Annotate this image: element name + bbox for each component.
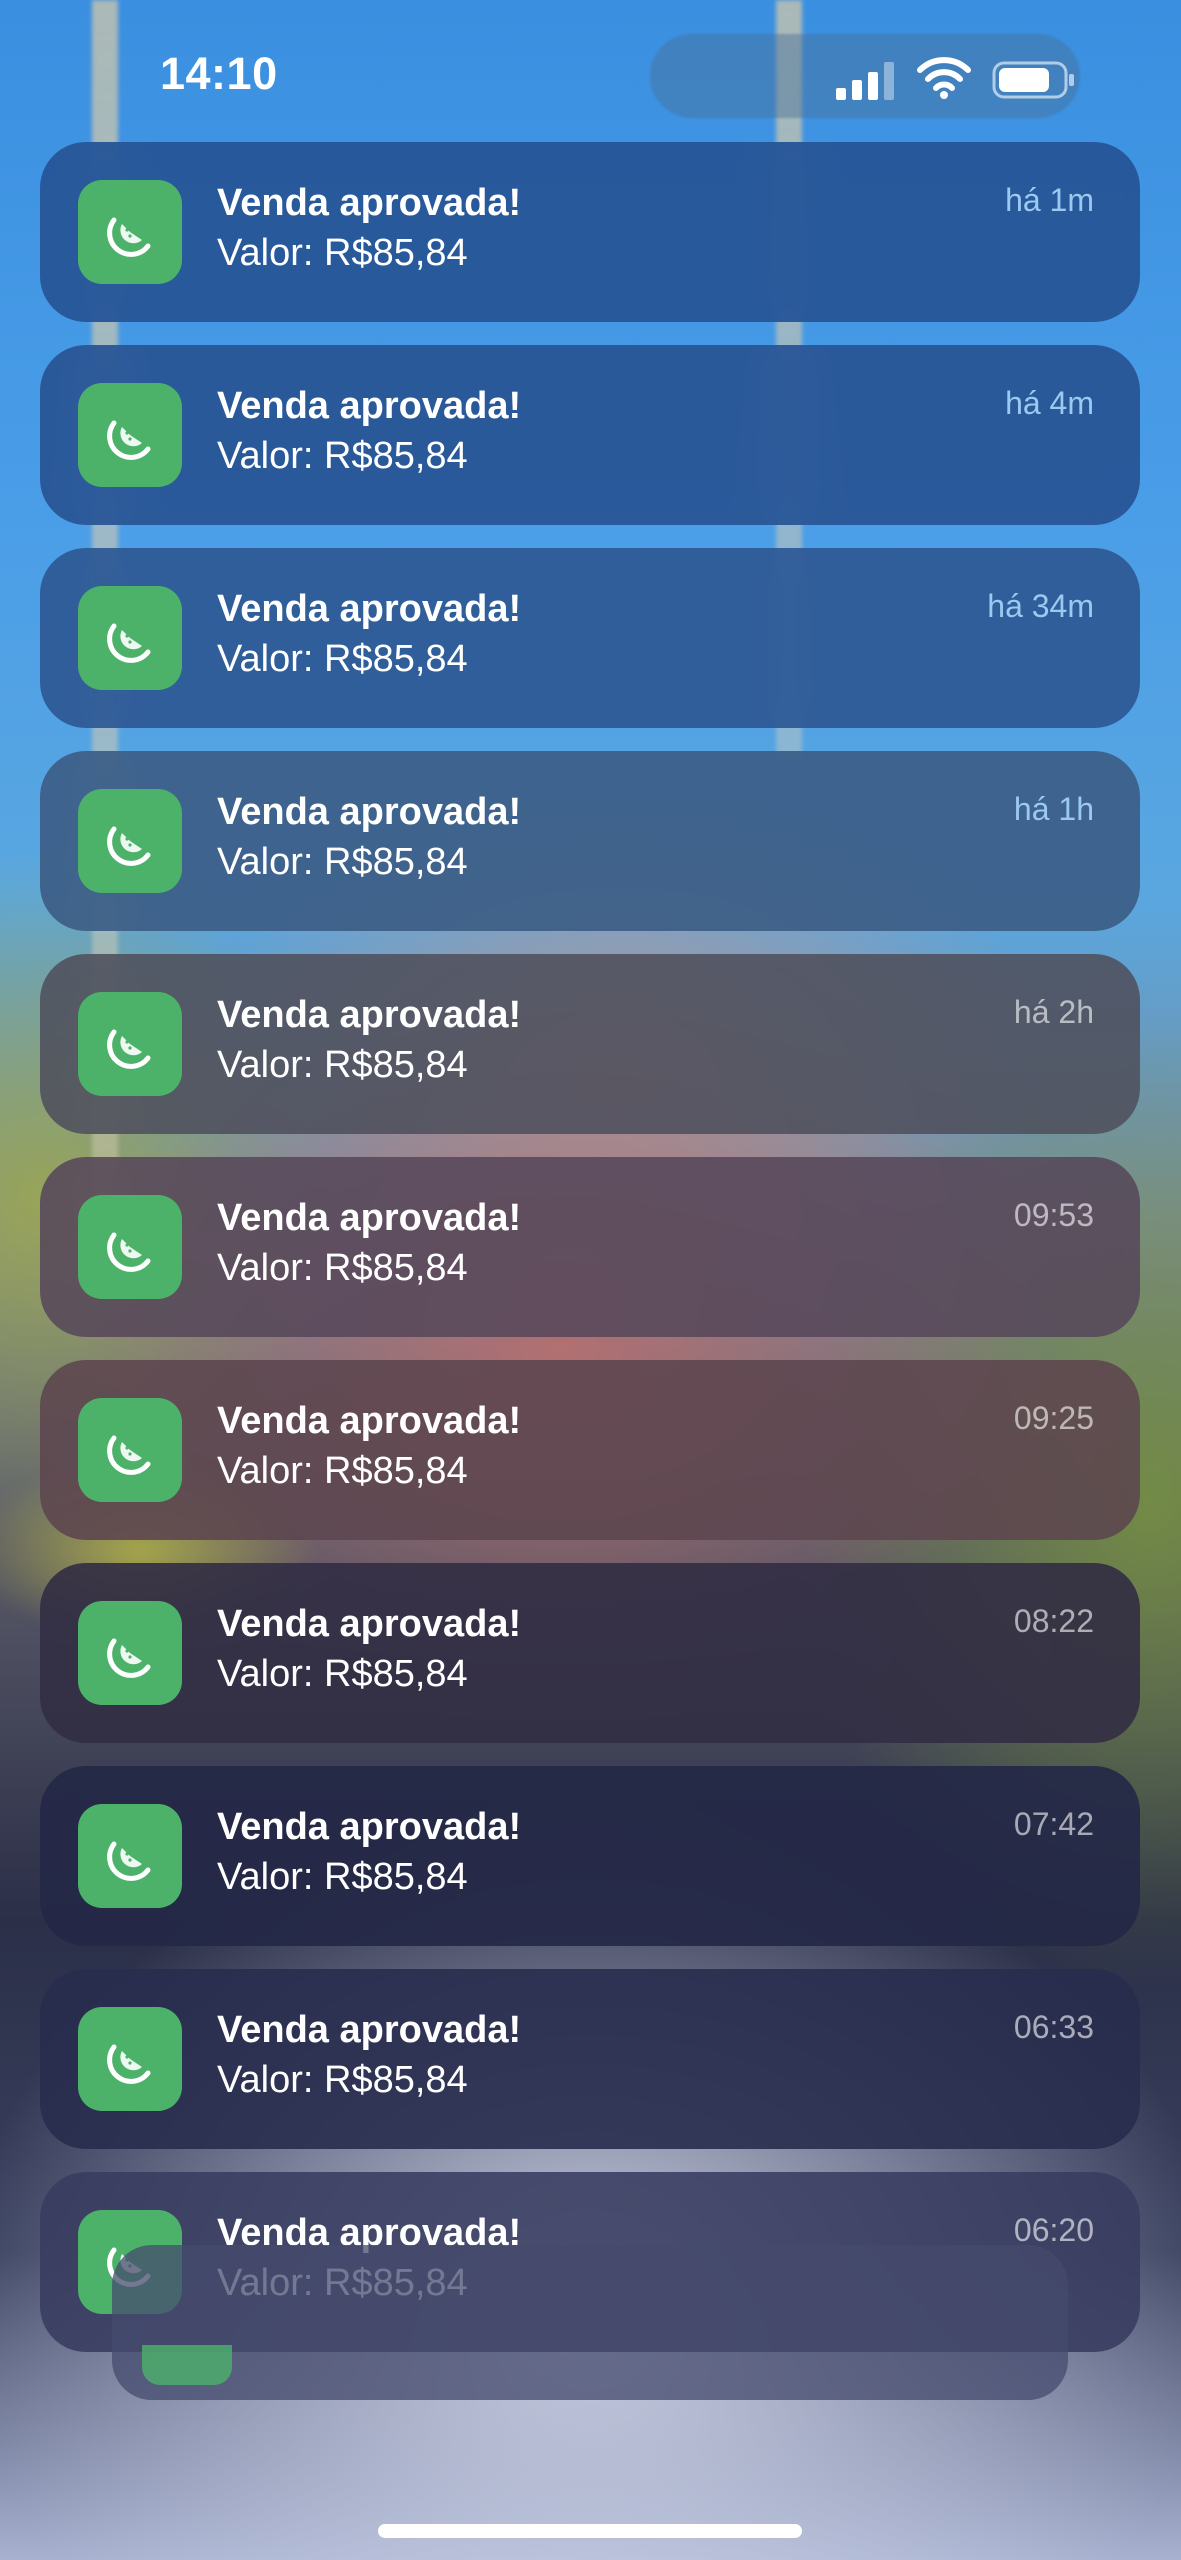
notification-title: Venda aprovada!: [217, 588, 522, 630]
watermelon-slice-icon: [78, 1601, 182, 1705]
cellular-signal-icon: [836, 62, 896, 100]
notification-card[interactable]: Venda aprovada! Valor: R$85,84 há 2h: [40, 954, 1140, 1134]
notification-time: há 1h: [1013, 791, 1094, 827]
notification-title: Venda aprovada!: [217, 1603, 522, 1645]
notification-card[interactable]: Venda aprovada! Valor: R$85,84 09:25: [40, 1360, 1140, 1540]
notification-time: 09:53: [1013, 1197, 1094, 1233]
notification-time: 08:22: [1013, 1603, 1094, 1639]
notification-body: Valor: R$85,84: [217, 638, 468, 680]
notification-body: Valor: R$85,84: [217, 1247, 468, 1289]
notification-title: Venda aprovada!: [217, 1806, 522, 1848]
wifi-icon: [917, 57, 971, 99]
notification-time: 06:20: [1013, 2212, 1094, 2248]
notification-stack: Venda aprovada! Valor: R$85,84 há 1m Ven…: [40, 142, 1140, 2375]
notification-card[interactable]: Venda aprovada! Valor: R$85,84 há 34m: [40, 548, 1140, 728]
notification-body: Valor: R$85,84: [217, 1450, 468, 1492]
watermelon-slice-icon: [78, 1398, 182, 1502]
notification-time: há 34m: [987, 588, 1094, 624]
notification-body: Valor: R$85,84: [217, 2059, 468, 2101]
notification-body: Valor: R$85,84: [217, 232, 468, 274]
notification-card[interactable]: Venda aprovada! Valor: R$85,84 08:22: [40, 1563, 1140, 1743]
app-icon-peek: [142, 2345, 232, 2385]
notification-title: Venda aprovada!: [217, 791, 522, 833]
home-indicator[interactable]: [378, 2524, 802, 2538]
watermelon-slice-icon: [78, 586, 182, 690]
notification-card[interactable]: Venda aprovada! Valor: R$85,84 há 1h: [40, 751, 1140, 931]
watermelon-slice-icon: [78, 992, 182, 1096]
watermelon-slice-icon: [78, 2007, 182, 2111]
notification-time: há 4m: [1005, 385, 1094, 421]
notification-card[interactable]: Venda aprovada! Valor: R$85,84 06:33: [40, 1969, 1140, 2149]
watermelon-slice-icon: [78, 789, 182, 893]
notification-body: Valor: R$85,84: [217, 1653, 468, 1695]
notification-time: 09:25: [1013, 1400, 1094, 1436]
notification-body: Valor: R$85,84: [217, 1044, 468, 1086]
notification-body: Valor: R$85,84: [217, 435, 468, 477]
status-time: 14:10: [160, 48, 278, 99]
notification-title: Venda aprovada!: [217, 385, 522, 427]
notification-title: Venda aprovada!: [217, 2009, 522, 2051]
collapsed-notification-peek[interactable]: [112, 2245, 1068, 2400]
status-bar: 14:10: [0, 0, 1181, 150]
battery-icon: [992, 61, 1074, 99]
notification-card[interactable]: Venda aprovada! Valor: R$85,84 09:53: [40, 1157, 1140, 1337]
watermelon-slice-icon: [78, 1804, 182, 1908]
watermelon-slice-icon: [78, 1195, 182, 1299]
notification-body: Valor: R$85,84: [217, 841, 468, 883]
notification-time: 06:33: [1013, 2009, 1094, 2045]
notification-title: Venda aprovada!: [217, 1400, 522, 1442]
notification-time: há 2h: [1013, 994, 1094, 1030]
notification-card[interactable]: Venda aprovada! Valor: R$85,84 há 1m: [40, 142, 1140, 322]
notification-time: 07:42: [1013, 1806, 1094, 1842]
watermelon-slice-icon: [78, 180, 182, 284]
watermelon-slice-icon: [78, 383, 182, 487]
notification-title: Venda aprovada!: [217, 182, 522, 224]
notification-card[interactable]: Venda aprovada! Valor: R$85,84 há 4m: [40, 345, 1140, 525]
notification-body: Valor: R$85,84: [217, 1856, 468, 1898]
notification-time: há 1m: [1005, 182, 1094, 218]
notification-title: Venda aprovada!: [217, 1197, 522, 1239]
notification-card[interactable]: Venda aprovada! Valor: R$85,84 07:42: [40, 1766, 1140, 1946]
notification-title: Venda aprovada!: [217, 994, 522, 1036]
